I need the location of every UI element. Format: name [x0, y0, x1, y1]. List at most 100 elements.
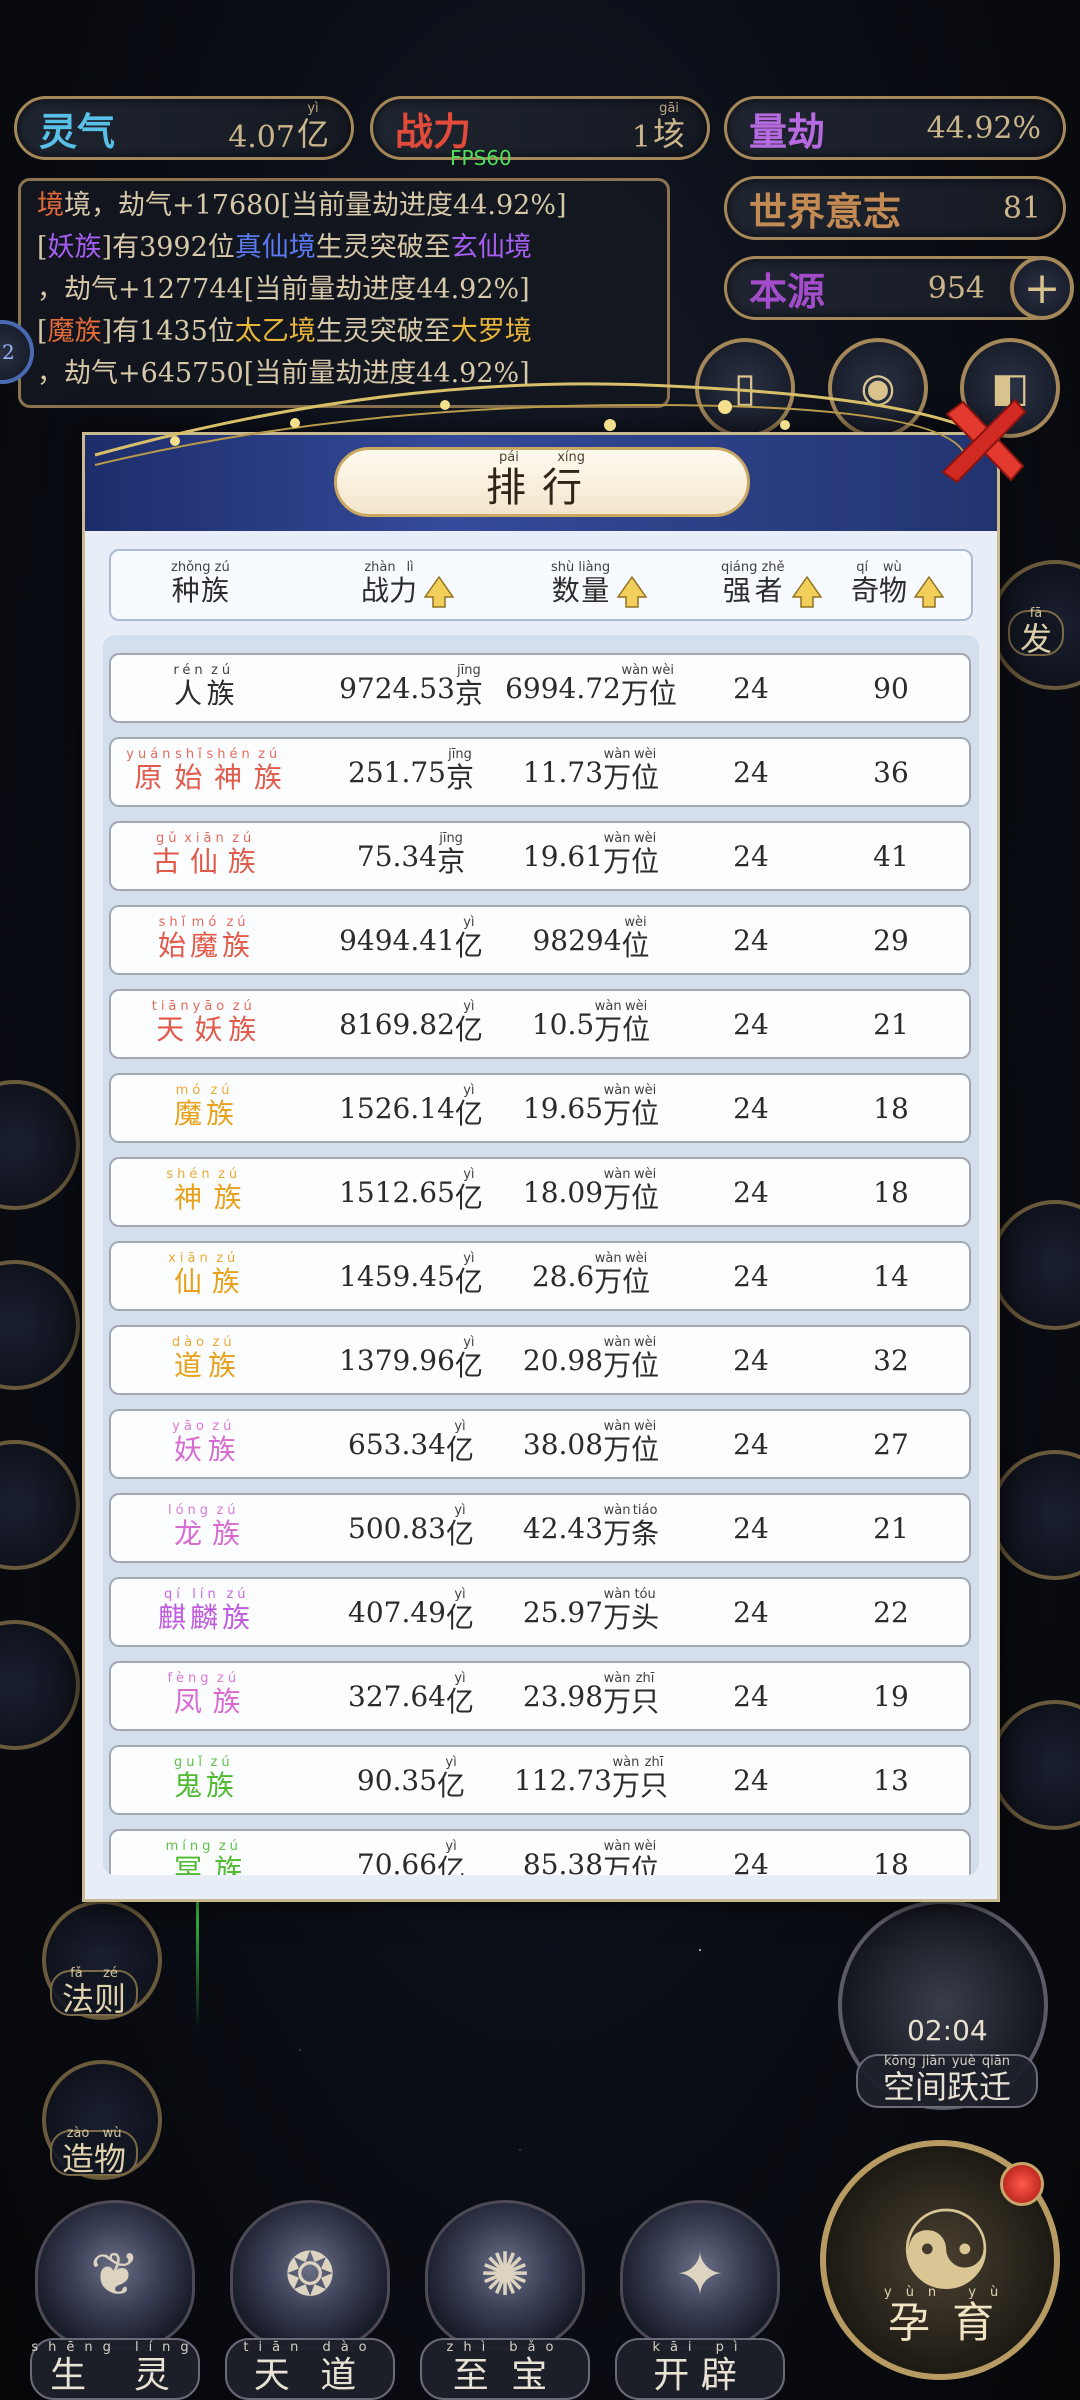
count-value: 98294 位wèi — [532, 915, 650, 962]
add-benyuan-button[interactable]: + — [1010, 256, 1074, 320]
world-will-stat[interactable]: 世界意志 81 — [724, 176, 1066, 240]
swirl-icon: ❂ — [230, 2200, 390, 2350]
items-count: 18 — [873, 1091, 909, 1125]
race-name: 道dào 族zú — [171, 1335, 241, 1382]
power-value: 1459.45 亿yì — [339, 1251, 483, 1298]
items-count: 18 — [873, 1847, 909, 1876]
items-count: 22 — [873, 1595, 909, 1629]
header-power[interactable]: 战力zhàn lì — [361, 560, 455, 609]
ranking-row[interactable]: 鬼guǐ 族zú 90.35 亿yì 112.73 万wàn 只zhī 24 13 — [109, 1745, 971, 1815]
ranking-row[interactable]: 神shén 族zú 1512.65 亿yì 18.09 万wàn 位wèi 24 18 — [109, 1157, 971, 1227]
strong-count: 24 — [733, 1427, 769, 1461]
items-count: 41 — [873, 839, 909, 873]
count-value: 18.09 万wàn 位wèi — [522, 1167, 660, 1214]
ranking-row[interactable]: 仙xiān 族zú 1459.45 亿yì 28.6 万wàn 位wèi 24 14 — [109, 1241, 971, 1311]
lingqi-stat[interactable]: 灵气 4.07 亿yì — [14, 96, 354, 160]
ranking-row[interactable]: 人rén 族zú 9724.53 京jīng 6994.72 万wàn 位wèi 24 90 — [109, 653, 971, 723]
count-value: 25.97 万wàn 头tóu — [522, 1587, 660, 1634]
close-button[interactable] — [933, 392, 1033, 492]
power-value: 327.64 亿yì — [348, 1671, 474, 1718]
close-icon[interactable] — [933, 392, 1033, 492]
sort-up-icon[interactable] — [423, 575, 455, 609]
kaipi-button[interactable]: ✦ 开辟kāi pì — [605, 2200, 795, 2400]
shengling-button[interactable]: ❦ 生灵shēng líng — [20, 2200, 210, 2400]
lingqi-label: 灵气 — [39, 108, 116, 154]
space-jump-label: 空间跃迁kōng jiān yuè qiān — [856, 2054, 1038, 2108]
strong-count: 24 — [733, 839, 769, 873]
header-count[interactable]: 数量shù liàng — [551, 560, 648, 609]
fa-label[interactable]: 发fā — [1008, 606, 1065, 658]
world-will-label: 世界意志 — [749, 188, 902, 234]
event-log[interactable]: 境境，劫气+17680[当前量劫进度44.92%] [妖族]有3992位真仙境生… — [18, 178, 670, 408]
power-value: 1526.14 亿yì — [339, 1083, 483, 1130]
log-line: 境境，劫气+17680[当前量劫进度44.92%] — [37, 190, 567, 221]
race-name: 魔mó 族zú — [173, 1083, 239, 1130]
modal-title: 排行pái xíng — [334, 447, 750, 517]
ranking-row[interactable]: 古gǔ 仙xiān 族zú 75.34 京jīng 19.61 万wàn 位wèi 24 41 — [109, 821, 971, 891]
items-count: 27 — [873, 1427, 909, 1461]
ranking-row[interactable]: 原yuán 始shǐ 神shén 族zú 251.75 京jīng 11.73 万wàn 位wè… — [109, 737, 971, 807]
ranking-row[interactable]: 冥míng 族zú 70.66 亿yì 85.38 万wàn 位wèi 24 18 — [109, 1829, 971, 1875]
items-count: 18 — [873, 1175, 909, 1209]
world-will-value: 81 — [1002, 190, 1041, 226]
zaowu-label[interactable]: 造物zào wù — [50, 2126, 139, 2178]
count-value: 11.73 万wàn 位wèi — [522, 747, 660, 794]
count-value: 6994.72 万wàn 位wèi — [505, 663, 677, 710]
strong-count: 24 — [733, 1511, 769, 1545]
strong-count: 24 — [733, 1679, 769, 1713]
liangjie-stat[interactable]: 量劫 44.92% — [724, 96, 1066, 160]
strong-count: 24 — [733, 1175, 769, 1209]
log-line: [魔族]有1435位太乙境生灵突破至大罗境 — [37, 316, 532, 347]
power-value: 9724.53 京jīng — [339, 663, 483, 710]
power-value: 251.75 京jīng — [348, 747, 474, 794]
power-value: 75.34 京jīng — [356, 831, 466, 878]
ranking-row[interactable]: 凤fèng 族zú 327.64 亿yì 23.98 万wàn 只zhī 24 19 — [109, 1661, 971, 1731]
count-value: 19.61 万wàn 位wèi — [522, 831, 660, 878]
faze-label[interactable]: 法则fǎ zé — [50, 1966, 139, 2018]
sort-up-icon[interactable] — [913, 575, 945, 609]
tiandao-button[interactable]: ❂ 天道tiān dào — [215, 2200, 405, 2400]
ranking-list[interactable]: 人rén 族zú 9724.53 京jīng 6994.72 万wàn 位wèi 24 90 原y… — [103, 635, 979, 1875]
sort-up-icon[interactable] — [791, 575, 823, 609]
strong-count: 24 — [733, 1091, 769, 1125]
race-name: 天tiān 妖yāo 族zú — [151, 999, 261, 1046]
items-count: 21 — [873, 1007, 909, 1041]
space-jump-button[interactable]: 02:04 空间跃迁kōng jiān yuè qiān — [838, 1900, 1048, 2110]
power-value: 8169.82 亿yì — [339, 999, 483, 1046]
race-name: 冥míng 族zú — [165, 1839, 247, 1875]
ranking-row[interactable]: 始shǐ 魔mó 族zú 9494.41 亿yì 98294 位wèi 24 29 — [109, 905, 971, 975]
column-header: 种族zhǒng zú 战力zhàn lì 数量shù liàng 强者qiáng… — [109, 549, 973, 621]
count-value: 28.6 万wàn 位wèi — [531, 1251, 651, 1298]
zhibao-button[interactable]: ✺ 至宝zhì bǎo — [410, 2200, 600, 2400]
items-count: 19 — [873, 1679, 909, 1713]
ranking-row[interactable]: 道dào 族zú 1379.96 亿yì 20.98 万wàn 位wèi 24 32 — [109, 1325, 971, 1395]
race-name: 龙lóng 族zú — [167, 1503, 245, 1550]
items-count: 13 — [873, 1763, 909, 1797]
header-items[interactable]: 奇物qí wù — [851, 560, 945, 609]
race-name: 人rén 族zú — [173, 663, 239, 710]
header-strong[interactable]: 强者qiáng zhě — [721, 560, 823, 609]
ranking-row[interactable]: 妖yāo 族zú 653.34 亿yì 38.08 万wàn 位wèi 24 27 — [109, 1409, 971, 1479]
power-value: 1512.65 亿yì — [339, 1167, 483, 1214]
ranking-row[interactable]: 天tiān 妖yāo 族zú 8169.82 亿yì 10.5 万wàn 位wèi 24 21 — [109, 989, 971, 1059]
power-value: 9494.41 亿yì — [339, 915, 483, 962]
ranking-row[interactable]: 龙lóng 族zú 500.83 亿yì 42.43 万wàn 条tiáo 24 21 — [109, 1493, 971, 1563]
power-value: 90.35 亿yì — [356, 1755, 466, 1802]
count-value: 112.73 万wàn 只zhī — [513, 1755, 668, 1802]
power-value: 407.49 亿yì — [348, 1587, 474, 1634]
race-name: 始shǐ 魔mó 族zú — [157, 915, 255, 962]
notification-dot — [1000, 2162, 1044, 2206]
ranking-row[interactable]: 魔mó 族zú 1526.14 亿yì 19.65 万wàn 位wèi 24 18 — [109, 1073, 971, 1143]
strong-count: 24 — [733, 923, 769, 957]
count-value: 19.65 万wàn 位wèi — [522, 1083, 660, 1130]
benyuan-label: 本源 — [749, 268, 826, 314]
strong-count: 24 — [733, 755, 769, 789]
strong-count: 24 — [733, 1007, 769, 1041]
zhanli-stat[interactable]: 战力 1 垓gāi — [370, 96, 710, 160]
strong-count: 24 — [733, 1847, 769, 1876]
ranking-row[interactable]: 麒qí 麟lín 族zú 407.49 亿yì 25.97 万wàn 头tóu 24 22 — [109, 1577, 971, 1647]
power-value: 653.34 亿yì — [348, 1419, 474, 1466]
liangjie-value: 44.92% — [926, 110, 1041, 146]
sort-up-icon[interactable] — [616, 575, 648, 609]
lingqi-value: 4.07 — [228, 119, 295, 155]
